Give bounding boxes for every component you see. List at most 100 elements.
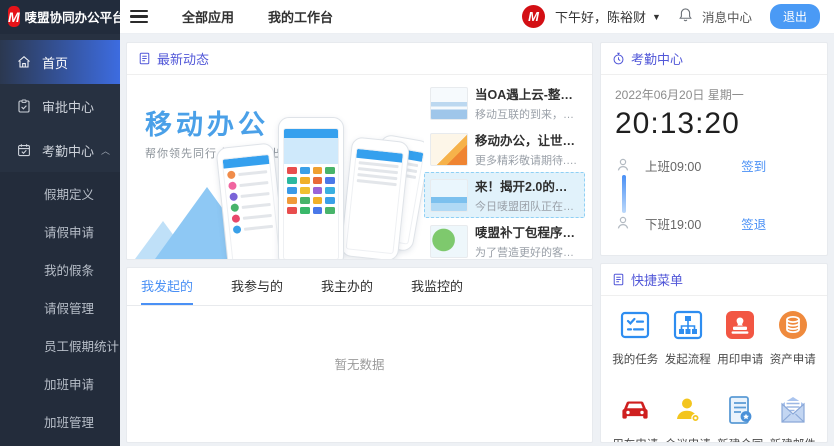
news-thumbnail <box>430 179 468 212</box>
news-desc: 更多精彩敬请期待....... <box>475 152 579 168</box>
phone-mockups <box>222 109 422 259</box>
news-body: 移动办公 帮你领先同行 把工作带出办公室 <box>127 75 592 259</box>
quick-item-label: 新建邮件 <box>770 436 816 443</box>
news-title: 当OA遇上云-整个协同OA <box>475 84 579 103</box>
sidebar-subitem-employee-holiday-stats[interactable]: 员工假期统计 <box>0 326 120 364</box>
nav-all-apps[interactable]: 全部应用 <box>182 7 234 26</box>
attendance-header: 考勤中心 <box>601 43 827 75</box>
news-item[interactable]: 移动办公，让世界触手可 更多精彩敬请期待....... <box>424 126 585 172</box>
right-column: 考勤中心 2022年06月20日 星期一 20:13:20 上班09:00 签到… <box>600 42 828 443</box>
sidebar-subitem-my-leave-notes[interactable]: 我的假条 <box>0 250 120 288</box>
check-out-row: 下班19:00 签退 <box>615 211 813 235</box>
tab-initiated-by-me[interactable]: 我发起的 <box>141 268 193 305</box>
stopwatch-icon <box>612 52 625 65</box>
quick-item-start-process[interactable]: 发起流程 <box>662 308 715 367</box>
quick-item-label: 我的任务 <box>612 351 658 367</box>
nav-my-workbench[interactable]: 我的工作台 <box>268 7 333 26</box>
sidebar-item-label: 首页 <box>42 53 68 72</box>
tasks-tab-bar: 我发起的 我参与的 我主办的 我监控的 <box>127 268 592 306</box>
quick-item-vehicle-request[interactable]: 用车申请 <box>609 393 662 443</box>
attendance-timeline: 上班09:00 签到 下班19:00 签退 <box>615 153 813 235</box>
attendance-body: 2022年06月20日 星期一 20:13:20 上班09:00 签到 下班19… <box>601 75 827 246</box>
attendance-submenu: 假期定义 请假申请 我的假条 请假管理 员工假期统计 加班申请 加班管理 <box>0 172 120 446</box>
quick-item-label: 用印申请 <box>717 351 763 367</box>
news-desc: 为了营造更好的客户体验，唛 <box>475 244 579 259</box>
sidebar-item-home[interactable]: 首页 <box>0 40 120 84</box>
header-right: M 下午好，陈裕财 ▼ 消息中心 退出 <box>522 4 834 29</box>
news-title: 来！揭开2.0的神秘面纱- <box>475 176 579 195</box>
sidebar-subitem-overtime-request[interactable]: 加班申请 <box>0 364 120 402</box>
quick-item-label: 资产申请 <box>770 351 816 367</box>
mobile-office-banner[interactable]: 移动办公 帮你领先同行 把工作带出办公室 <box>127 75 424 259</box>
tab-participated-by-me[interactable]: 我参与的 <box>231 268 283 305</box>
news-thumbnail <box>430 87 468 120</box>
sidebar-item-approval-center[interactable]: 审批中心 <box>0 84 120 128</box>
news-title: 唛盟补丁包程序更新 <box>475 222 579 241</box>
left-column: 最新动态 移动办公 帮你领先同行 把工作带出办公室 <box>126 42 593 443</box>
quick-item-label: 会议申请 <box>665 436 711 443</box>
menu-toggle-icon[interactable] <box>130 10 148 24</box>
attendance-date: 2022年06月20日 星期一 <box>615 86 813 103</box>
app-title: 唛盟协同办公平台 <box>25 7 125 26</box>
latest-news-panel: 最新动态 移动办公 帮你领先同行 把工作带出办公室 <box>126 42 593 260</box>
sidebar-subitem-leave-request[interactable]: 请假申请 <box>0 212 120 250</box>
news-item[interactable]: 唛盟补丁包程序更新 为了营造更好的客户体验，唛 <box>424 218 585 259</box>
sidebar-item-attendance-center[interactable]: 考勤中心 ︿ <box>0 128 120 172</box>
quick-item-asset-request[interactable]: 资产申请 <box>767 308 820 367</box>
check-in-link[interactable]: 签到 <box>741 156 766 175</box>
empty-state-text: 暂无数据 <box>127 306 592 373</box>
phone-mockup <box>215 142 286 259</box>
tab-hosted-by-me[interactable]: 我主办的 <box>321 268 373 305</box>
mail-icon <box>776 393 810 427</box>
top-nav: 全部应用 我的工作台 <box>182 7 333 26</box>
home-icon <box>17 55 31 69</box>
clipboard-icon <box>17 99 31 113</box>
quick-item-my-tasks[interactable]: 我的任务 <box>609 308 662 367</box>
chevron-down-icon[interactable]: ▼ <box>652 12 661 22</box>
logout-button[interactable]: 退出 <box>770 4 820 29</box>
attendance-clock: 20:13:20 <box>615 107 813 141</box>
tab-monitored-by-me[interactable]: 我监控的 <box>411 268 463 305</box>
app-logo-icon: M <box>8 6 20 27</box>
person-icon <box>615 215 631 231</box>
news-desc: 今日唛盟团队正在加班加点， <box>475 198 579 214</box>
quick-item-seal-request[interactable]: 用印申请 <box>714 308 767 367</box>
sidebar-subitem-overtime-management[interactable]: 加班管理 <box>0 402 120 440</box>
my-tasks-panel: 我发起的 我参与的 我主办的 我监控的 暂无数据 <box>126 267 593 443</box>
flow-icon <box>671 308 705 342</box>
news-title: 移动办公，让世界触手可 <box>475 130 579 149</box>
news-thumbnail <box>430 225 468 258</box>
panel-title: 考勤中心 <box>631 49 683 68</box>
quick-item-new-mail[interactable]: 新建邮件 <box>767 393 820 443</box>
panel-title: 快捷菜单 <box>631 270 683 289</box>
car-icon <box>618 393 652 427</box>
message-center-link[interactable]: 消息中心 <box>702 7 752 26</box>
contract-icon <box>723 393 757 427</box>
news-item-highlighted[interactable]: 来！揭开2.0的神秘面纱- 今日唛盟团队正在加班加点， <box>424 172 585 218</box>
check-out-link[interactable]: 签退 <box>741 214 766 233</box>
sidebar-item-label: 考勤中心 <box>42 141 94 160</box>
quick-item-meeting-request[interactable]: 会议申请 <box>662 393 715 443</box>
news-list: 当OA遇上云-整个协同OA 移动互联的到来，让OA与云 移动办公，让世界触手可 … <box>424 75 592 259</box>
sidebar-subitem-holiday-definition[interactable]: 假期定义 <box>0 174 120 212</box>
sidebar-subitem-leave-management[interactable]: 请假管理 <box>0 288 120 326</box>
news-desc: 移动互联的到来，让OA与云 <box>475 106 579 122</box>
phone-mockup <box>340 136 410 259</box>
timeline-connector <box>622 175 626 213</box>
quick-menu-grid: 我的任务 发起流程 用印申请 资产申请 用车申请 <box>601 296 827 443</box>
document-icon <box>138 52 151 65</box>
main-content: 最新动态 移动办公 帮你领先同行 把工作带出办公室 <box>120 34 834 443</box>
quick-item-new-contract[interactable]: 新建合同 <box>714 393 767 443</box>
news-item[interactable]: 当OA遇上云-整个协同OA 移动互联的到来，让OA与云 <box>424 80 585 126</box>
sidebar-item-label: 审批中心 <box>42 97 94 116</box>
attendance-panel: 考勤中心 2022年06月20日 星期一 20:13:20 上班09:00 签到… <box>600 42 828 256</box>
tasks-icon <box>618 308 652 342</box>
meeting-icon <box>671 393 705 427</box>
quick-item-label: 发起流程 <box>665 351 711 367</box>
assets-icon <box>776 308 810 342</box>
bell-icon[interactable] <box>679 8 692 25</box>
calendar-icon <box>17 143 31 157</box>
user-greeting[interactable]: 下午好，陈裕财 <box>555 7 646 26</box>
check-in-row: 上班09:00 签到 <box>615 153 813 177</box>
user-avatar[interactable]: M <box>522 5 545 28</box>
